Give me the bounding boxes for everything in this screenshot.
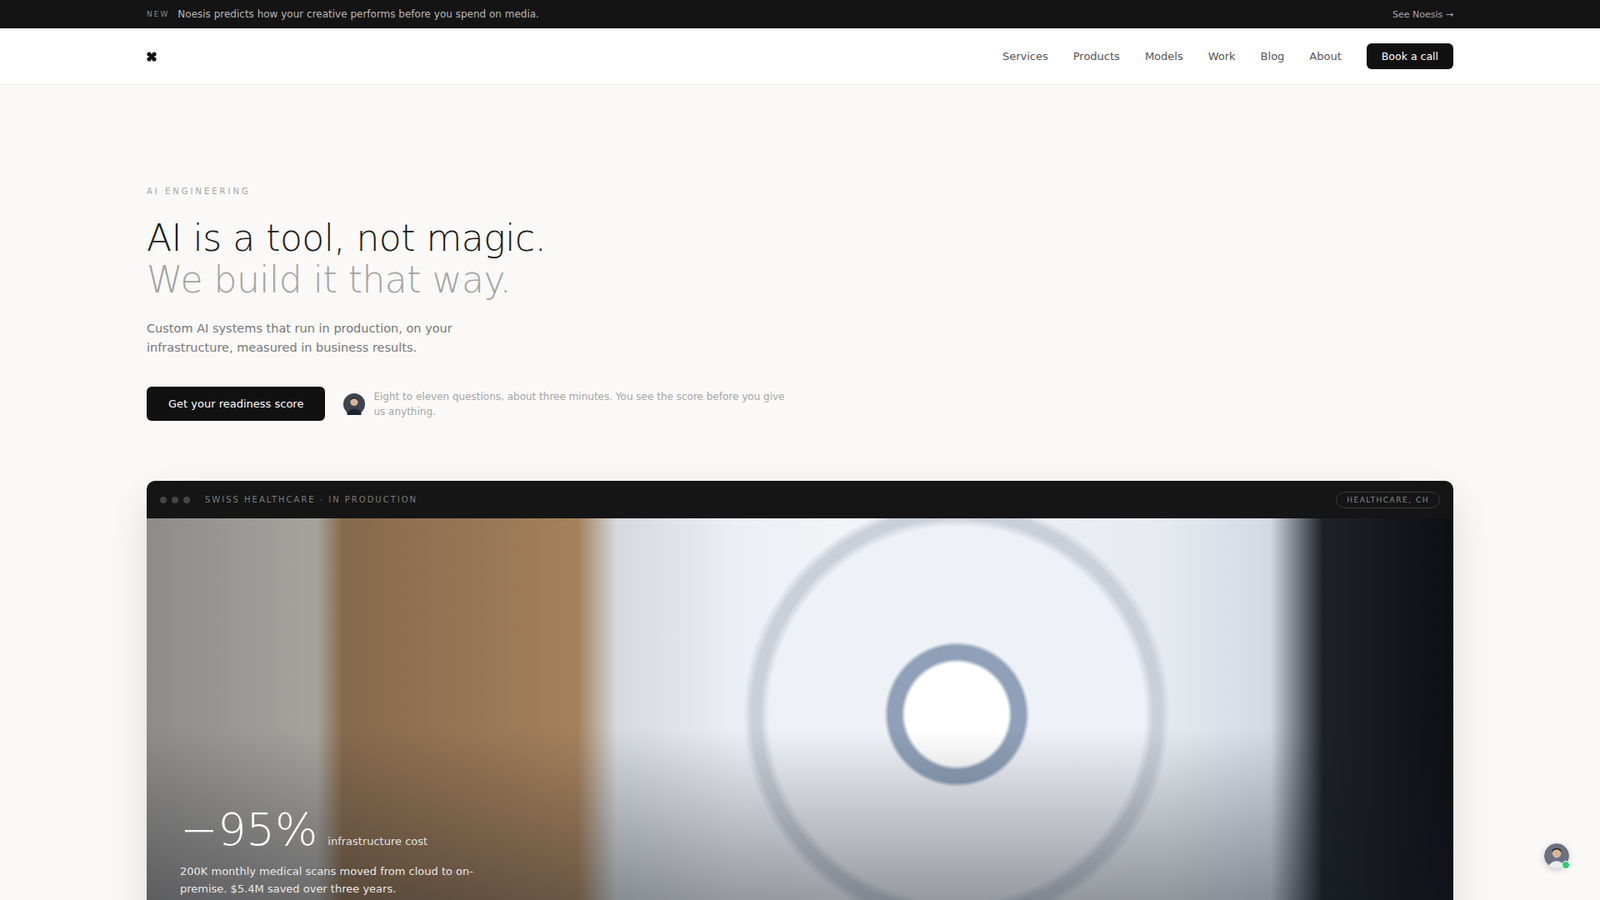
subtitle-line: We build it that way. — [146, 259, 1454, 301]
stat-value: −95% — [180, 805, 318, 855]
case-tag: HEALTHCARE, CH — [1335, 491, 1440, 509]
window-dot — [171, 496, 179, 504]
window-dot — [183, 496, 190, 504]
case-summary: 200K monthly medical scans moved from cl… — [180, 862, 485, 898]
window-dot — [160, 496, 167, 504]
announcement-bar: NEW Noesis predicts how your creative per… — [0, 0, 1600, 29]
hero: AI ENGINEERING AI is a tool, not magic.We… — [0, 85, 1600, 900]
title-line: AI is a tool, not magic. — [146, 217, 1454, 260]
case-header: SWISS HEALTHCARE · IN PRODUCTION HEALTHCA… — [146, 480, 1454, 519]
new-badge: NEW — [146, 10, 170, 19]
hero-title: AI is a tool, not magic.We build it that… — [146, 217, 1454, 301]
readiness-score-button[interactable]: Get your readiness score — [146, 386, 325, 421]
window-dots — [160, 496, 190, 504]
announcement-text: Noesis predicts how your creative perfor… — [177, 8, 540, 20]
case-photo: −95% infrastructure cost 200K monthly medi… — [146, 518, 1454, 900]
book-call-button[interactable]: Book a call — [1366, 43, 1454, 70]
stat-label: infrastructure cost — [327, 835, 428, 848]
see-noesis-link[interactable]: See Noesis → — [1392, 9, 1454, 20]
online-dot — [1561, 860, 1570, 870]
nav-link[interactable]: Services — [1002, 50, 1049, 63]
chat-widget[interactable] — [1544, 843, 1570, 869]
nav-link[interactable]: Work — [1208, 50, 1236, 63]
person-avatar-icon — [343, 393, 365, 415]
hero-description: Custom AI systems that run in production… — [146, 319, 480, 358]
nav-links: Services Products Models Work Blog About Book … — [1002, 43, 1454, 70]
eyebrow: AI ENGINEERING — [146, 186, 1454, 196]
case-label: SWISS HEALTHCARE · IN PRODUCTION — [205, 495, 418, 505]
cta-note: Eight to eleven questions, about three m… — [373, 389, 790, 420]
logo-icon[interactable] — [146, 51, 157, 62]
page: NEW Noesis predicts how your creative per… — [0, 0, 1600, 900]
nav-link[interactable]: About — [1309, 50, 1341, 63]
case-study-card[interactable]: SWISS HEALTHCARE · IN PRODUCTION HEALTHCA… — [146, 480, 1454, 900]
case-stats: −95% infrastructure cost 200K monthly medi… — [180, 805, 485, 898]
cta-row: Get your readiness score Eight to eleven … — [146, 386, 1454, 421]
nav-link[interactable]: Blog — [1260, 50, 1285, 63]
nav-link[interactable]: Products — [1073, 50, 1120, 63]
navbar: Services Products Models Work Blog About Book … — [0, 28, 1600, 85]
nav-link[interactable]: Models — [1145, 50, 1184, 63]
